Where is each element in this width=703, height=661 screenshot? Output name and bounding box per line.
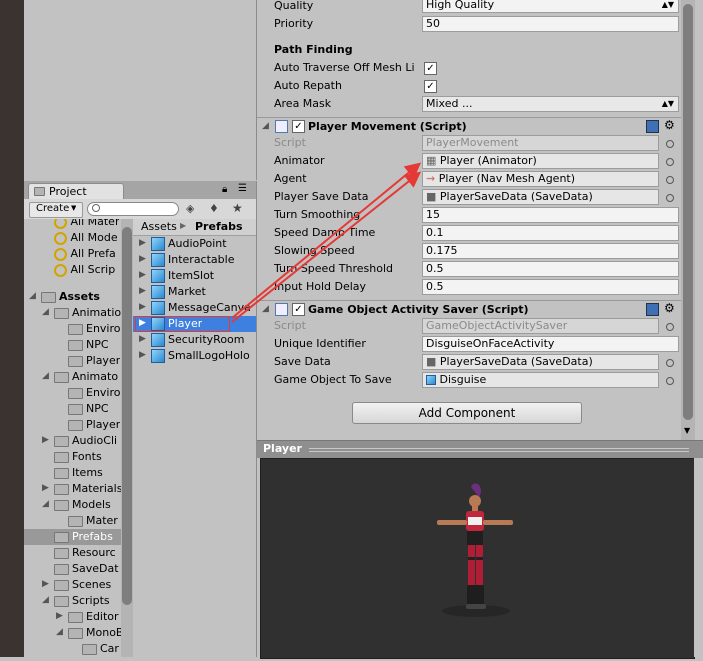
annotation-arrow bbox=[231, 171, 422, 323]
annotation-arrows bbox=[231, 162, 422, 323]
annotation-arrow bbox=[231, 162, 422, 319]
